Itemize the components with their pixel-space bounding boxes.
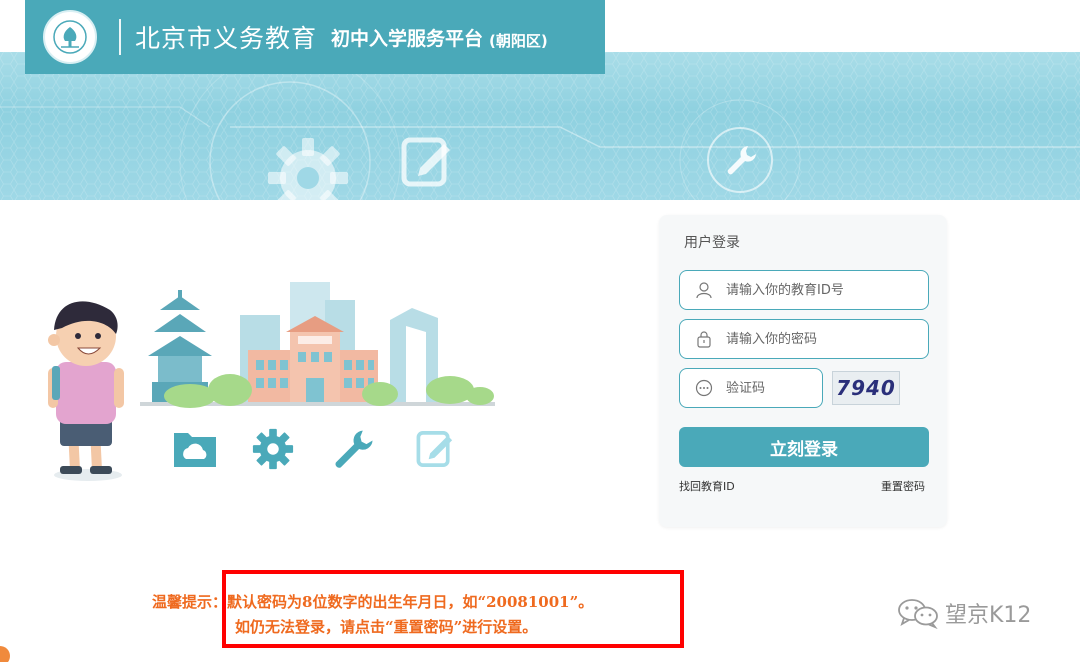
site-header: 北京市义务教育 初中入学服务平台 (朝阳区)	[25, 0, 605, 74]
captcha-field[interactable]	[679, 368, 823, 408]
watermark: 望京K12	[897, 597, 1031, 629]
login-page: 北京市义务教育 初中入学服务平台 (朝阳区) 用户登录 请输入你的教育ID号 验…	[0, 0, 1080, 662]
folder-cloud-icon	[174, 433, 216, 467]
edit-icon	[401, 137, 450, 187]
lock-icon	[694, 329, 714, 349]
notice-line-1: 温馨提示：默认密码为8位数字的出生年月日，如“20081001”。	[152, 593, 594, 611]
education-id-field[interactable]	[679, 270, 929, 310]
reset-password-link[interactable]: 重置密码	[881, 478, 925, 494]
top-banner	[0, 52, 1080, 200]
recover-id-link[interactable]: 找回教育ID	[679, 478, 735, 494]
user-icon	[694, 280, 714, 300]
settings-gear-icon	[252, 428, 294, 470]
edit-note-icon	[416, 431, 453, 467]
site-title: 北京市义务教育	[135, 24, 318, 53]
password-input[interactable]	[724, 330, 908, 348]
site-subtitle: 初中入学服务平台	[331, 27, 484, 50]
student-character	[48, 301, 124, 481]
banner-pattern	[0, 52, 1080, 200]
header-divider	[119, 19, 121, 55]
login-title: 用户登录	[684, 235, 740, 251]
captcha-icon	[694, 378, 714, 398]
tool-wrench-icon	[335, 430, 373, 468]
district-label: (朝阳区)	[489, 31, 548, 50]
captcha-input[interactable]	[724, 379, 818, 397]
password-field[interactable]	[679, 319, 929, 359]
wrench-icon	[727, 146, 756, 175]
tree-logo-icon	[53, 20, 87, 54]
education-id-input[interactable]	[724, 281, 908, 299]
edu-logo	[43, 10, 97, 64]
wechat-icon	[898, 599, 938, 629]
gear-icon	[268, 138, 348, 200]
corner-decoration	[0, 646, 10, 662]
notice-line-2: 如仍无法登录，请点击“重置密码”进行设置。	[235, 618, 538, 636]
watermark-text: 望京K12	[945, 603, 1032, 628]
captcha-image[interactable]: 7940	[832, 371, 900, 405]
login-card: 用户登录 请输入你的教育ID号 验证码 7940 立刻登录 找回教育ID 重置密…	[659, 215, 947, 527]
login-button[interactable]: 立刻登录	[679, 427, 929, 467]
